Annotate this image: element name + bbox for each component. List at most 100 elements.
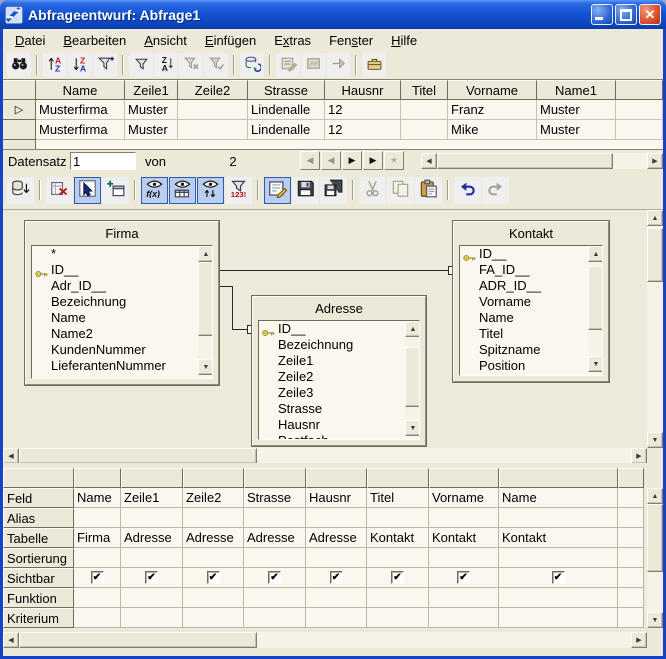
filter-button[interactable]: [129, 53, 153, 77]
result-cell[interactable]: Musterfirma: [36, 100, 125, 120]
qbe-cell-sortierung[interactable]: [306, 548, 367, 568]
design-vscrollbar[interactable]: ▲▼: [647, 210, 663, 448]
qbe-cell-sichtbar[interactable]: ✔: [183, 568, 244, 588]
qbe-cell-feld[interactable]: [618, 488, 644, 508]
qbe-column-header[interactable]: [183, 468, 244, 488]
menu-item-datei[interactable]: Datei: [6, 30, 54, 51]
field-row[interactable]: Zeile3: [259, 385, 419, 401]
select-pane-button[interactable]: [74, 177, 101, 204]
qbe-cell-funktion[interactable]: [183, 588, 244, 608]
menu-item-bearbeiten[interactable]: Bearbeiten: [54, 30, 135, 51]
qbe-vscrollbar-thumb[interactable]: [647, 504, 663, 572]
menu-item-fenster[interactable]: Fenster: [320, 30, 382, 51]
qbe-cell-kriterium[interactable]: [121, 608, 183, 628]
design-hscrollbar[interactable]: ◀▶: [3, 448, 647, 463]
field-row[interactable]: Postfach: [259, 433, 419, 440]
result-cell[interactable]: Mike: [448, 120, 537, 140]
field-row[interactable]: KundenNummer: [32, 342, 212, 358]
design-vscrollbar-thumb[interactable]: [647, 228, 663, 282]
qbe-cell-kriterium[interactable]: [244, 608, 306, 628]
result-hscrollbar-right-arrow[interactable]: ▶: [647, 153, 663, 169]
qbe-cell-kriterium[interactable]: [183, 608, 244, 628]
column-header-titel[interactable]: Titel: [401, 80, 448, 100]
db-sort-order-button[interactable]: [7, 177, 34, 204]
qbe-cell-sortierung[interactable]: [183, 548, 244, 568]
show-functions-button[interactable]: f(x): [141, 177, 168, 204]
qbe-cell-feld[interactable]: Titel: [367, 488, 429, 508]
field-row[interactable]: FA_ID__: [460, 262, 602, 278]
table-title[interactable]: Firma: [26, 222, 218, 244]
top-values-button[interactable]: 123!: [225, 177, 252, 204]
field-row[interactable]: ID__: [259, 321, 419, 337]
qbe-cell-alias[interactable]: [618, 508, 644, 528]
qbe-cell-funktion[interactable]: [367, 588, 429, 608]
design-hscrollbar-left-arrow[interactable]: ◀: [3, 448, 19, 463]
result-cell[interactable]: Lindenalle: [248, 100, 325, 120]
qbe-cell-alias[interactable]: [367, 508, 429, 528]
column-header-name1[interactable]: Name1: [537, 80, 616, 100]
table-scrollbar-thumb[interactable]: [405, 347, 420, 407]
table-scrollbar[interactable]: ▲▼: [198, 246, 213, 375]
show-table-names-button[interactable]: [169, 177, 196, 204]
checkbox-checked[interactable]: ✔: [91, 571, 104, 584]
qbe-cell-feld[interactable]: Vorname: [429, 488, 499, 508]
result-cell[interactable]: Musterfirma: [36, 120, 125, 140]
result-hscrollbar-left-arrow[interactable]: ◀: [421, 153, 437, 169]
checkbox-checked[interactable]: ✔: [207, 571, 220, 584]
qbe-cell-tabelle[interactable]: Adresse: [306, 528, 367, 548]
qbe-cell-kriterium[interactable]: [367, 608, 429, 628]
qbe-cell-sortierung[interactable]: [429, 548, 499, 568]
qbe-cell-feld[interactable]: Name: [499, 488, 618, 508]
qbe-cell-funktion[interactable]: [618, 588, 644, 608]
qbe-cell-alias[interactable]: [244, 508, 306, 528]
checkbox-checked[interactable]: ✔: [330, 571, 343, 584]
qbe-cell-sortierung[interactable]: [121, 548, 183, 568]
checkbox-checked[interactable]: ✔: [391, 571, 404, 584]
qbe-column-header[interactable]: [306, 468, 367, 488]
qbe-cell-tabelle[interactable]: Adresse: [183, 528, 244, 548]
qbe-hscrollbar[interactable]: ◀▶: [3, 632, 647, 648]
qbe-column-header[interactable]: [618, 468, 644, 488]
paste-button[interactable]: [415, 177, 442, 204]
field-row[interactable]: Bezeichnung: [259, 337, 419, 353]
qbe-cell-tabelle[interactable]: Kontakt: [429, 528, 499, 548]
qbe-cell-sichtbar[interactable]: ✔: [429, 568, 499, 588]
column-header-vorname[interactable]: Vorname: [448, 80, 537, 100]
qbe-cell-kriterium[interactable]: [74, 608, 121, 628]
qbe-hscrollbar-thumb[interactable]: [19, 632, 257, 648]
qbe-cell-kriterium[interactable]: [618, 608, 644, 628]
qbe-cell-tabelle[interactable]: [618, 528, 644, 548]
table-scrollbar-up-arrow[interactable]: ▲: [405, 321, 420, 337]
menu-item-extras[interactable]: Extras: [265, 30, 320, 51]
qbe-cell-sichtbar[interactable]: ✔: [499, 568, 618, 588]
qbe-cell-funktion[interactable]: [121, 588, 183, 608]
field-row[interactable]: Name2: [32, 326, 212, 342]
qbe-column-header[interactable]: [429, 468, 499, 488]
field-row[interactable]: Zeile1: [259, 353, 419, 369]
qbe-column-header[interactable]: [121, 468, 183, 488]
field-row[interactable]: ID__: [460, 246, 602, 262]
menu-item-einfügen[interactable]: Einfügen: [196, 30, 265, 51]
find-button[interactable]: [7, 53, 31, 77]
table-box-kontakt[interactable]: KontaktID__FA_ID__ADR_ID__VornameNameTit…: [453, 221, 609, 382]
field-row[interactable]: *: [32, 246, 212, 262]
qbe-cell-tabelle[interactable]: Adresse: [121, 528, 183, 548]
qbe-cell-feld[interactable]: Strasse: [244, 488, 306, 508]
qbe-cell-tabelle[interactable]: Kontakt: [499, 528, 618, 548]
table-scrollbar-thumb[interactable]: [588, 266, 603, 330]
minimize-button[interactable]: [591, 4, 613, 25]
add-table-button[interactable]: [102, 177, 129, 204]
field-row[interactable]: Spitzname: [460, 342, 602, 358]
sort-descending-button[interactable]: ZA: [68, 53, 92, 77]
qbe-hscrollbar-right-arrow[interactable]: ▶: [631, 632, 647, 648]
field-row[interactable]: Bezeichnung: [32, 294, 212, 310]
column-header-name[interactable]: Name: [36, 80, 125, 100]
briefcase-button[interactable]: [362, 53, 386, 77]
result-cell[interactable]: 12: [325, 120, 401, 140]
qbe-vscrollbar[interactable]: ▲▼: [647, 488, 663, 628]
qbe-cell-feld[interactable]: Zeile1: [121, 488, 183, 508]
checkbox-checked[interactable]: ✔: [552, 571, 565, 584]
qbe-cell-sortierung[interactable]: [499, 548, 618, 568]
table-scrollbar[interactable]: ▲▼: [588, 246, 603, 372]
qbe-cell-funktion[interactable]: [499, 588, 618, 608]
